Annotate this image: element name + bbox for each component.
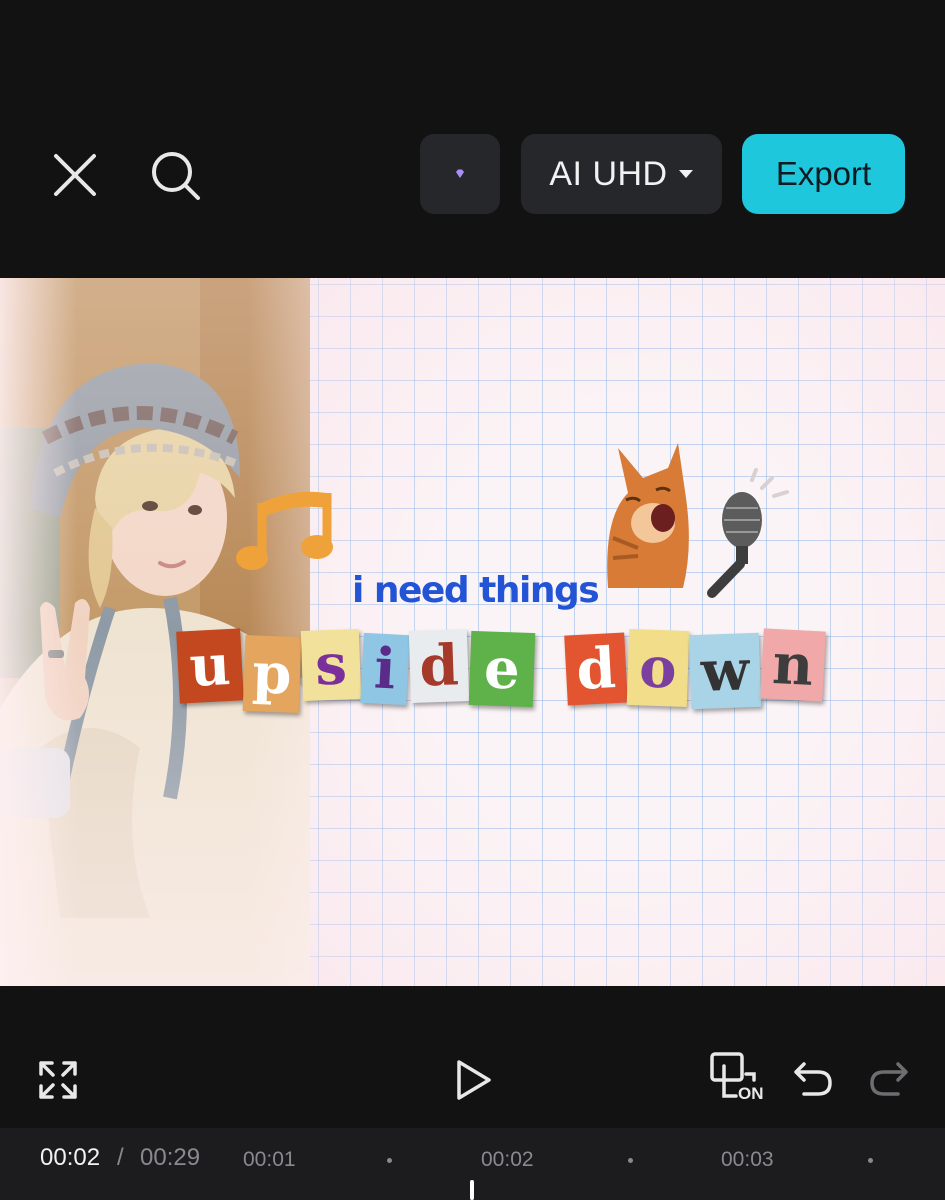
play-button[interactable] — [450, 1056, 498, 1104]
timeline-dot — [387, 1158, 392, 1163]
letter-tile: d — [564, 632, 628, 706]
letter-tile-text: n — [770, 630, 816, 700]
undo-icon — [794, 1062, 832, 1096]
letter-tile-text: s — [314, 631, 348, 699]
time-separator: / — [117, 1144, 124, 1171]
search-icon — [152, 152, 200, 200]
total-time: 00:29 — [140, 1144, 201, 1171]
caption-top-text[interactable]: i need things — [352, 570, 600, 611]
ransom-title[interactable]: u p s i d e d o w n — [176, 628, 826, 713]
export-button[interactable]: Export — [742, 134, 905, 214]
letter-tile: d — [408, 629, 470, 703]
fullscreen-icon — [39, 1061, 77, 1099]
timeline-ruler[interactable]: 00:02 / 00:29 00:01 00:02 00:03 — [0, 1128, 945, 1200]
redo-button[interactable] — [866, 1056, 912, 1102]
undo-button[interactable] — [790, 1056, 836, 1102]
letter-tile: w — [688, 632, 762, 710]
timeline-tick: 00:01 — [243, 1148, 296, 1171]
music-notes-sticker[interactable] — [232, 483, 342, 583]
video-preview[interactable]: i need things u p s i d e d o w n — [0, 278, 945, 986]
close-icon — [54, 154, 96, 196]
playback-controls: ON — [0, 986, 945, 1128]
keyframe-toggle-button[interactable]: ON — [706, 1050, 768, 1108]
letter-tile-text: e — [483, 635, 521, 703]
quality-label: AI UHD — [549, 154, 668, 193]
microphone-sticker[interactable] — [692, 468, 802, 598]
timeline-tick: 00:03 — [721, 1148, 774, 1171]
letter-tile: e — [468, 630, 536, 708]
export-label: Export — [775, 155, 872, 192]
top-bar: AI UHD Export — [0, 0, 945, 278]
timeline-dot — [868, 1158, 873, 1163]
current-time: 00:02 — [40, 1144, 101, 1171]
letter-tile-text: w — [699, 637, 751, 705]
letter-tile: u — [176, 628, 244, 704]
play-icon — [457, 1060, 491, 1100]
letter-tile-text: i — [372, 635, 398, 703]
letter-tile-text: d — [418, 632, 460, 700]
close-button[interactable] — [40, 140, 110, 210]
caret-down-icon — [678, 170, 693, 178]
quality-dropdown[interactable]: AI UHD — [521, 134, 722, 214]
playhead[interactable] — [470, 1180, 474, 1200]
fullscreen-button[interactable] — [36, 1058, 80, 1102]
letter-tile: s — [300, 629, 362, 701]
diamond-icon — [456, 169, 464, 178]
pro-button[interactable] — [420, 134, 500, 214]
letter-tile-text: u — [187, 631, 233, 701]
singing-cat-sticker[interactable] — [598, 438, 693, 588]
letter-tile: p — [242, 635, 302, 713]
redo-icon — [870, 1062, 908, 1096]
timeline-tick: 00:02 — [481, 1148, 534, 1171]
letter-tile-text: p — [251, 640, 293, 708]
search-button[interactable] — [140, 140, 212, 212]
letter-tile: i — [360, 632, 410, 706]
timeline-dot — [628, 1158, 633, 1163]
letter-tile: o — [626, 628, 690, 708]
letter-tile: n — [760, 628, 826, 702]
keyframe-on-label: ON — [738, 1084, 764, 1103]
letter-tile-text: d — [574, 635, 618, 703]
letter-tile-text: o — [638, 634, 678, 702]
